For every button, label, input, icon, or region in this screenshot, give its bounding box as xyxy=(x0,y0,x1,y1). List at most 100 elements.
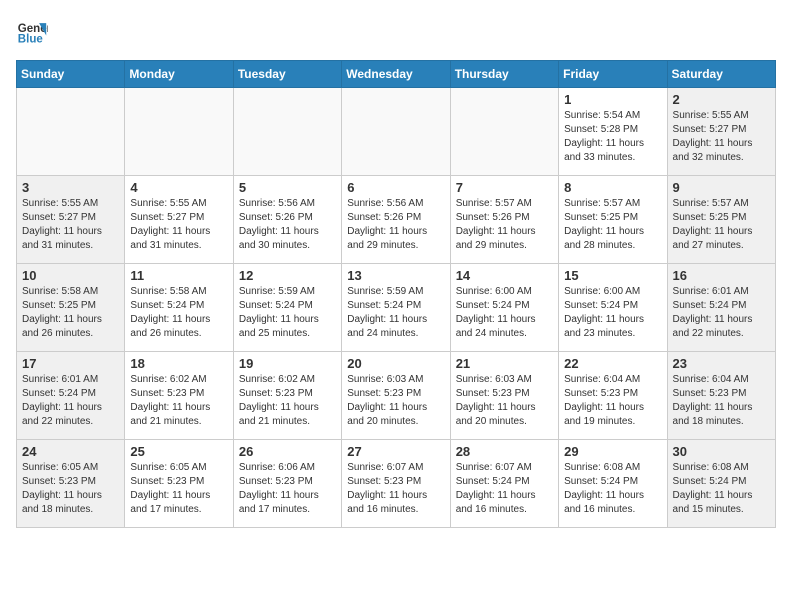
day-number: 11 xyxy=(130,268,227,283)
col-header-thursday: Thursday xyxy=(450,61,558,88)
week-row-3: 10 Sunrise: 5:58 AM Sunset: 5:25 PM Dayli… xyxy=(17,264,776,352)
day-number: 10 xyxy=(22,268,119,283)
day-info: Sunrise: 6:02 AM Sunset: 5:23 PM Dayligh… xyxy=(130,373,227,429)
calendar-cell: 21Sunrise: 6:03 AM Sunset: 5:23 PM Dayli… xyxy=(450,352,558,440)
day-number: 8 xyxy=(564,180,661,195)
day-info: Sunrise: 5:56 AM Sunset: 5:26 PM Dayligh… xyxy=(239,197,336,253)
day-info: Sunrise: 6:07 AM Sunset: 5:23 PM Dayligh… xyxy=(347,461,444,517)
day-number: 29 xyxy=(564,444,661,459)
day-number: 26 xyxy=(239,444,336,459)
day-info: Sunrise: 5:56 AM Sunset: 5:26 PM Dayligh… xyxy=(347,197,444,253)
day-info: Sunrise: 6:01 AM Sunset: 5:24 PM Dayligh… xyxy=(673,285,770,341)
calendar-cell: 15 Sunrise: 6:00 AM Sunset: 5:24 PM Dayli… xyxy=(559,264,667,352)
calendar-cell: 8Sunrise: 5:57 AM Sunset: 5:25 PM Daylig… xyxy=(559,176,667,264)
day-number: 9 xyxy=(673,180,770,195)
calendar-cell: 29Sunrise: 6:08 AM Sunset: 5:24 PM Dayli… xyxy=(559,440,667,528)
day-info: Sunrise: 6:06 AM Sunset: 5:23 PM Dayligh… xyxy=(239,461,336,517)
day-number: 25 xyxy=(130,444,227,459)
day-number: 17 xyxy=(22,356,119,371)
day-info: Sunrise: 6:05 AM Sunset: 5:23 PM Dayligh… xyxy=(22,461,119,517)
day-number: 13 xyxy=(347,268,444,283)
calendar-cell: 1Sunrise: 5:54 AM Sunset: 5:28 PM Daylig… xyxy=(559,88,667,176)
day-number: 5 xyxy=(239,180,336,195)
day-info: Sunrise: 6:02 AM Sunset: 5:23 PM Dayligh… xyxy=(239,373,336,429)
day-number: 24 xyxy=(22,444,119,459)
day-info: Sunrise: 5:59 AM Sunset: 5:24 PM Dayligh… xyxy=(239,285,336,341)
calendar-cell xyxy=(342,88,450,176)
calendar-cell: 28Sunrise: 6:07 AM Sunset: 5:24 PM Dayli… xyxy=(450,440,558,528)
calendar-cell: 2 Sunrise: 5:55 AM Sunset: 5:27 PM Daylig… xyxy=(667,88,775,176)
day-info: Sunrise: 5:55 AM Sunset: 5:27 PM Dayligh… xyxy=(130,197,227,253)
calendar-cell: 7 Sunrise: 5:57 AM Sunset: 5:26 PM Daylig… xyxy=(450,176,558,264)
calendar-cell: 5 Sunrise: 5:56 AM Sunset: 5:26 PM Daylig… xyxy=(233,176,341,264)
week-row-1: 1Sunrise: 5:54 AM Sunset: 5:28 PM Daylig… xyxy=(17,88,776,176)
day-number: 7 xyxy=(456,180,553,195)
calendar-cell: 24 Sunrise: 6:05 AM Sunset: 5:23 PM Dayli… xyxy=(17,440,125,528)
calendar-cell: 10 Sunrise: 5:58 AM Sunset: 5:25 PM Dayli… xyxy=(17,264,125,352)
col-header-tuesday: Tuesday xyxy=(233,61,341,88)
day-number: 6 xyxy=(347,180,444,195)
svg-text:Blue: Blue xyxy=(18,34,44,46)
calendar-cell xyxy=(233,88,341,176)
calendar-cell: 4Sunrise: 5:55 AM Sunset: 5:27 PM Daylig… xyxy=(125,176,233,264)
day-number: 21 xyxy=(456,356,553,371)
calendar-cell: 12 Sunrise: 5:59 AM Sunset: 5:24 PM Dayli… xyxy=(233,264,341,352)
day-info: Sunrise: 6:00 AM Sunset: 5:24 PM Dayligh… xyxy=(456,285,553,341)
day-info: Sunrise: 6:01 AM Sunset: 5:24 PM Dayligh… xyxy=(22,373,119,429)
day-number: 30 xyxy=(673,444,770,459)
calendar-cell: 18 Sunrise: 6:02 AM Sunset: 5:23 PM Dayli… xyxy=(125,352,233,440)
calendar-cell: 6 Sunrise: 5:56 AM Sunset: 5:26 PM Daylig… xyxy=(342,176,450,264)
calendar-cell: 16 Sunrise: 6:01 AM Sunset: 5:24 PM Dayli… xyxy=(667,264,775,352)
week-row-4: 17 Sunrise: 6:01 AM Sunset: 5:24 PM Dayli… xyxy=(17,352,776,440)
calendar-cell xyxy=(450,88,558,176)
day-info: Sunrise: 5:57 AM Sunset: 5:25 PM Dayligh… xyxy=(673,197,770,253)
calendar-cell: 19 Sunrise: 6:02 AM Sunset: 5:23 PM Dayli… xyxy=(233,352,341,440)
day-number: 16 xyxy=(673,268,770,283)
day-info: Sunrise: 5:55 AM Sunset: 5:27 PM Dayligh… xyxy=(22,197,119,253)
calendar-cell: 20Sunrise: 6:03 AM Sunset: 5:23 PM Dayli… xyxy=(342,352,450,440)
day-info: Sunrise: 6:08 AM Sunset: 5:24 PM Dayligh… xyxy=(673,461,770,517)
day-info: Sunrise: 5:58 AM Sunset: 5:25 PM Dayligh… xyxy=(22,285,119,341)
day-number: 23 xyxy=(673,356,770,371)
day-number: 27 xyxy=(347,444,444,459)
day-number: 18 xyxy=(130,356,227,371)
day-info: Sunrise: 6:03 AM Sunset: 5:23 PM Dayligh… xyxy=(347,373,444,429)
logo: General Blue xyxy=(16,16,48,48)
day-number: 14 xyxy=(456,268,553,283)
calendar-cell xyxy=(125,88,233,176)
day-info: Sunrise: 5:57 AM Sunset: 5:26 PM Dayligh… xyxy=(456,197,553,253)
calendar-cell: 3 Sunrise: 5:55 AM Sunset: 5:27 PM Daylig… xyxy=(17,176,125,264)
col-header-sunday: Sunday xyxy=(17,61,125,88)
day-info: Sunrise: 5:59 AM Sunset: 5:24 PM Dayligh… xyxy=(347,285,444,341)
day-number: 15 xyxy=(564,268,661,283)
day-info: Sunrise: 5:54 AM Sunset: 5:28 PM Dayligh… xyxy=(564,109,661,165)
day-info: Sunrise: 6:04 AM Sunset: 5:23 PM Dayligh… xyxy=(673,373,770,429)
calendar-cell: 22 Sunrise: 6:04 AM Sunset: 5:23 PM Dayli… xyxy=(559,352,667,440)
col-header-saturday: Saturday xyxy=(667,61,775,88)
day-info: Sunrise: 5:55 AM Sunset: 5:27 PM Dayligh… xyxy=(673,109,770,165)
calendar-cell xyxy=(17,88,125,176)
day-number: 19 xyxy=(239,356,336,371)
day-number: 3 xyxy=(22,180,119,195)
page-header: General Blue xyxy=(16,16,776,48)
day-number: 28 xyxy=(456,444,553,459)
col-header-friday: Friday xyxy=(559,61,667,88)
calendar-cell: 27 Sunrise: 6:07 AM Sunset: 5:23 PM Dayli… xyxy=(342,440,450,528)
calendar-cell: 14 Sunrise: 6:00 AM Sunset: 5:24 PM Dayli… xyxy=(450,264,558,352)
calendar-cell: 9 Sunrise: 5:57 AM Sunset: 5:25 PM Daylig… xyxy=(667,176,775,264)
day-info: Sunrise: 6:00 AM Sunset: 5:24 PM Dayligh… xyxy=(564,285,661,341)
calendar-cell: 11 Sunrise: 5:58 AM Sunset: 5:24 PM Dayli… xyxy=(125,264,233,352)
calendar-cell: 25Sunrise: 6:05 AM Sunset: 5:23 PM Dayli… xyxy=(125,440,233,528)
day-number: 12 xyxy=(239,268,336,283)
day-info: Sunrise: 6:04 AM Sunset: 5:23 PM Dayligh… xyxy=(564,373,661,429)
day-number: 2 xyxy=(673,92,770,107)
calendar-cell: 23 Sunrise: 6:04 AM Sunset: 5:23 PM Dayli… xyxy=(667,352,775,440)
calendar-cell: 13 Sunrise: 5:59 AM Sunset: 5:24 PM Dayli… xyxy=(342,264,450,352)
calendar-cell: 17 Sunrise: 6:01 AM Sunset: 5:24 PM Dayli… xyxy=(17,352,125,440)
calendar-table: SundayMondayTuesdayWednesdayThursdayFrid… xyxy=(16,60,776,528)
col-header-monday: Monday xyxy=(125,61,233,88)
calendar-cell: 26 Sunrise: 6:06 AM Sunset: 5:23 PM Dayli… xyxy=(233,440,341,528)
day-number: 22 xyxy=(564,356,661,371)
week-row-2: 3 Sunrise: 5:55 AM Sunset: 5:27 PM Daylig… xyxy=(17,176,776,264)
day-info: Sunrise: 5:58 AM Sunset: 5:24 PM Dayligh… xyxy=(130,285,227,341)
